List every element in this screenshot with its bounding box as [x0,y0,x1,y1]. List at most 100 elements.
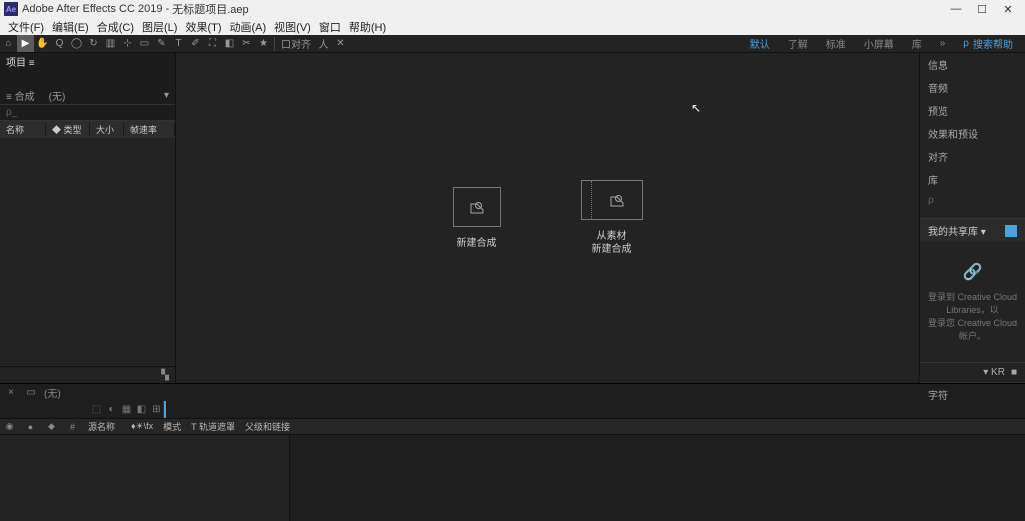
app-title: Adobe After Effects CC 2019 [22,3,162,15]
footage-frame-icon [581,180,643,220]
label-col-icon[interactable]: ◆ [46,421,57,432]
camera-tool-icon[interactable]: ▥ [102,35,119,52]
layer-list[interactable] [0,435,290,521]
timeline-panel: × ▭ (无) ⬚ ◐ ▦ ◧ ⊞ ◉ ● ◆ # 源名称 ♦☀\fx 模式 T… [0,383,1025,521]
menu-window[interactable]: 窗口 [319,19,341,35]
tl-btn3-icon[interactable]: ▦ [120,404,133,415]
new-composition-button[interactable]: 新建合成 [453,187,501,250]
rotate-tool-icon[interactable]: ↻ [85,35,102,52]
project-body[interactable] [0,138,175,366]
shape-tool-icon[interactable]: ▭ [136,35,153,52]
workspace-libs[interactable]: 库 [912,36,922,51]
panel-audio[interactable]: 音频 [920,76,1025,99]
minimize-button[interactable]: — [943,3,969,15]
effects-search[interactable]: ρ [920,191,1025,210]
panel-align[interactable]: 对齐 [920,145,1025,168]
search-help[interactable]: ρ搜索帮助 [963,36,1013,51]
menu-file[interactable]: 文件(F) [8,19,44,35]
menu-help[interactable]: 帮助(H) [349,19,386,35]
puppet-tool-icon[interactable]: ★ [255,35,272,52]
lock-col-icon[interactable]: ● [25,422,36,432]
panel-info[interactable]: 信息 [920,53,1025,76]
composition-empty-state: ↖ 新建合成 从素材新建合成 [176,53,919,383]
main-area: 项目 ≡ ≡ 合成 (无) ▾ ρ_ 名称 ◆ 类型 大小 帧速率 ▚ ↖ [0,53,1025,383]
playhead-icon[interactable] [164,401,166,418]
mouse-cursor-icon: ↖ [691,101,701,115]
workspace-more-icon[interactable]: » [940,38,946,49]
anchor-tool-icon[interactable]: ⊹ [119,35,136,52]
search-icon: ρ [928,195,934,206]
time-ruler[interactable] [163,401,1025,418]
right-panels: 信息 音频 预览 效果和预设 对齐 库 ρ 我的共享库 ▾ 🔗 登录到 Crea… [919,53,1025,383]
brush-tool-icon[interactable]: ✐ [187,35,204,52]
char-kern[interactable]: ▾ KR [983,367,1005,378]
menu-layer[interactable]: 图层(L) [142,19,177,35]
chev-icon[interactable]: ▾ [164,90,169,101]
menu-animation[interactable]: 动画(A) [230,19,267,35]
orbit-tool-icon[interactable]: ◯ [68,35,85,52]
tab-compose-mini[interactable]: ≡ 合成 [6,88,35,103]
pen-tool-icon[interactable]: ✎ [153,35,170,52]
eye-col-icon[interactable]: ◉ [4,421,15,432]
mode-col[interactable]: 模式 [163,420,181,433]
snap-opt2-icon[interactable]: ✕ [332,35,349,52]
new-comp-from-footage-button[interactable]: 从素材新建合成 [581,180,643,256]
lib-msg2: 登录您 Creative Cloud 帐户。 [924,316,1021,342]
home-icon[interactable]: ⌂ [0,35,17,52]
project-columns: 名称 ◆ 类型 大小 帧速率 [0,121,175,138]
roto-tool-icon[interactable]: ✂ [238,35,255,52]
lib-msg1: 登录到 Creative Cloud Libraries，以 [924,290,1021,316]
col-type[interactable]: ◆ 类型 [46,123,90,136]
timeline-tracks[interactable] [290,435,1025,521]
col-size[interactable]: 大小 [90,123,124,136]
snap-opt-icon[interactable]: 人 [315,35,332,52]
tl-btn5-icon[interactable]: ⊞ [150,404,163,415]
lib-sync-icon[interactable] [1005,225,1017,237]
menu-view[interactable]: 视图(V) [274,19,311,35]
source-col[interactable]: 源名称 [88,420,115,433]
zoom-tool-icon[interactable]: Q [51,35,68,52]
num-col[interactable]: # [67,422,78,432]
workspace-small[interactable]: 小屏幕 [864,36,894,51]
timeline-icon[interactable]: ▭ [24,387,38,398]
menu-composition[interactable]: 合成(C) [97,19,134,35]
stamp-tool-icon[interactable]: ⛶ [204,35,221,52]
search-icon: ρ [963,38,969,49]
eraser-tool-icon[interactable]: ◧ [221,35,238,52]
snap-toggle[interactable]: 口对齐 [277,35,315,52]
workspace-learn[interactable]: 了解 [788,36,808,51]
hand-tool-icon[interactable]: ✋ [34,35,51,52]
switches-col[interactable]: ♦☀\fx [131,421,153,432]
tab-project[interactable]: 项目 ≡ [6,54,35,69]
tl-btn4-icon[interactable]: ◧ [135,404,148,415]
menu-effect[interactable]: 效果(T) [185,19,221,35]
panel-libraries[interactable]: 库 [920,168,1025,191]
menu-edit[interactable]: 编辑(E) [52,19,89,35]
timeline-body [0,435,1025,521]
render-queue-icon[interactable]: × [4,387,18,398]
workspace-default[interactable]: 默认 [750,36,770,51]
close-button[interactable]: ✕ [995,3,1021,16]
timeline-tab-none[interactable]: (无) [44,385,61,400]
char-fill-icon[interactable]: ■ [1011,367,1017,378]
col-rate[interactable]: 帧速率 [124,123,175,136]
project-search[interactable]: ρ_ [0,104,175,121]
tl-btn1-icon[interactable]: ⬚ [90,404,103,415]
new-comp-label: 新建合成 [457,237,497,250]
parent-col[interactable]: 父级和链接 [245,420,290,433]
project-panel-tabs: 项目 ≡ [0,53,175,70]
panel-effects-presets[interactable]: 效果和预设 [920,122,1025,145]
track-col[interactable]: T 轨道遮罩 [191,420,235,433]
project-name: 无标题项目.aep [172,1,248,17]
interpret-icon[interactable]: ▚ [161,370,169,381]
tl-btn2-icon[interactable]: ◐ [105,404,118,415]
panel-preview[interactable]: 预览 [920,99,1025,122]
col-name[interactable]: 名称 [0,123,46,136]
timeline-tabs: × ▭ (无) [0,384,1025,401]
text-tool-icon[interactable]: T [170,35,187,52]
libraries-header[interactable]: 我的共享库 ▾ [920,219,1025,242]
workspace-standard[interactable]: 标准 [826,36,846,51]
menu-bar: 文件(F) 编辑(E) 合成(C) 图层(L) 效果(T) 动画(A) 视图(V… [0,18,1025,35]
selection-tool-icon[interactable]: ▶ [17,35,34,52]
maximize-button[interactable]: ☐ [969,3,995,16]
